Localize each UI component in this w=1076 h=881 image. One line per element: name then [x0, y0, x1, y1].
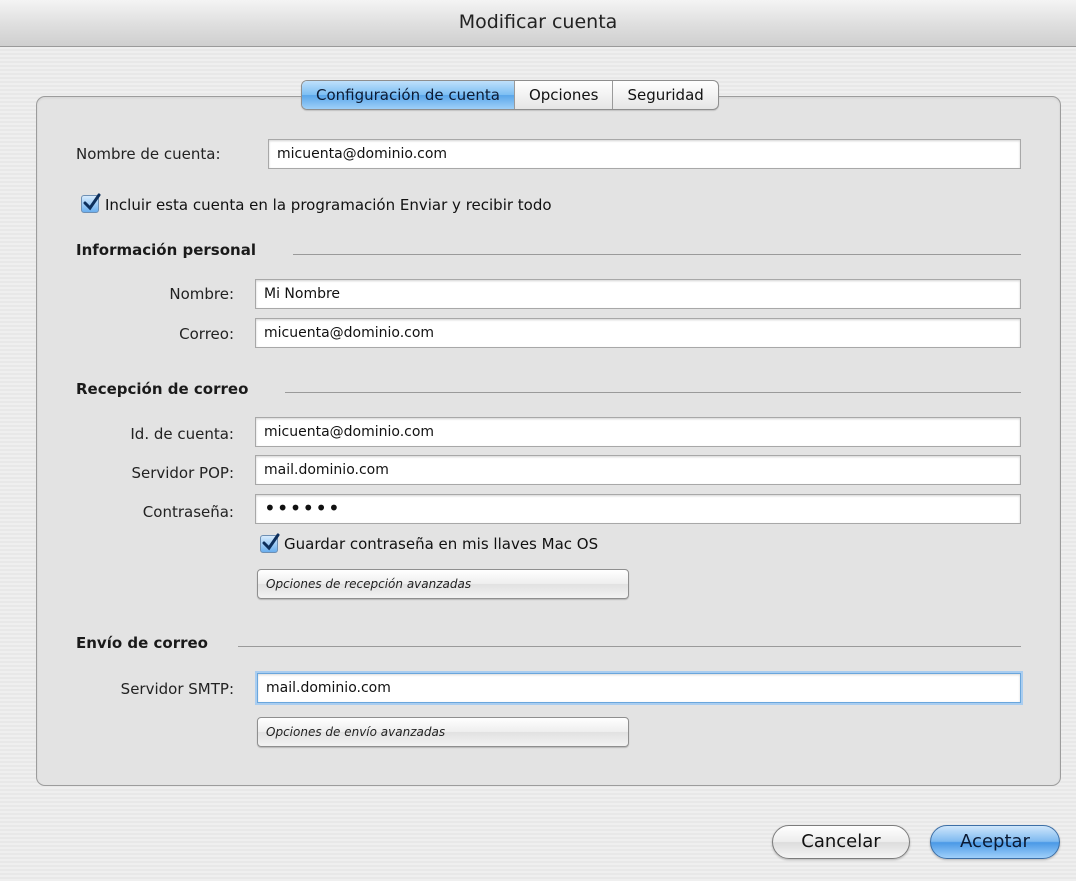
account-name-field[interactable]: micuenta@dominio.com — [268, 139, 1021, 169]
email-field[interactable]: micuenta@dominio.com — [255, 318, 1021, 348]
tab-bar: Configuración de cuenta Opciones Segurid… — [301, 80, 719, 110]
advanced-send-options-button[interactable]: Opciones de envío avanzadas — [257, 717, 629, 747]
title-bar: Modificar cuenta — [0, 0, 1076, 47]
name-label: Nombre: — [169, 285, 234, 303]
include-schedule-checkbox[interactable] — [81, 193, 101, 213]
ok-button[interactable]: Aceptar — [930, 825, 1060, 859]
include-schedule-label: Incluir esta cuenta en la programación E… — [105, 196, 552, 214]
checkmark-icon — [83, 193, 101, 211]
password-field[interactable]: •••••• — [255, 494, 1021, 524]
smtp-server-label: Servidor SMTP: — [120, 680, 234, 698]
account-id-field[interactable]: micuenta@dominio.com — [255, 417, 1021, 447]
tab-configuracion-cuenta[interactable]: Configuración de cuenta — [302, 81, 515, 109]
pop-server-label: Servidor POP: — [131, 464, 234, 482]
tab-opciones[interactable]: Opciones — [515, 81, 614, 109]
personal-info-heading: Información personal — [76, 241, 256, 259]
outgoing-mail-heading: Envío de correo — [76, 634, 208, 652]
incoming-mail-heading: Recepción de correo — [76, 380, 249, 398]
account-id-label: Id. de cuenta: — [130, 425, 234, 443]
section-divider — [238, 646, 1021, 647]
save-password-checkbox[interactable] — [260, 533, 280, 553]
cancel-button[interactable]: Cancelar — [772, 825, 910, 859]
window-title: Modificar cuenta — [458, 11, 618, 33]
password-label: Contraseña: — [142, 503, 234, 521]
account-name-label: Nombre de cuenta: — [76, 145, 221, 163]
email-label: Correo: — [179, 325, 234, 343]
pop-server-field[interactable]: mail.dominio.com — [255, 455, 1021, 485]
save-password-label: Guardar contraseña en mis llaves Mac OS — [284, 535, 599, 553]
name-field[interactable]: Mi Nombre — [255, 279, 1021, 309]
advanced-receive-options-button[interactable]: Opciones de recepción avanzadas — [257, 569, 629, 599]
checkmark-icon — [262, 533, 280, 551]
smtp-server-field[interactable]: mail.dominio.com — [257, 673, 1021, 703]
tab-seguridad[interactable]: Seguridad — [613, 81, 717, 109]
section-divider — [293, 254, 1021, 255]
section-divider — [285, 392, 1021, 393]
